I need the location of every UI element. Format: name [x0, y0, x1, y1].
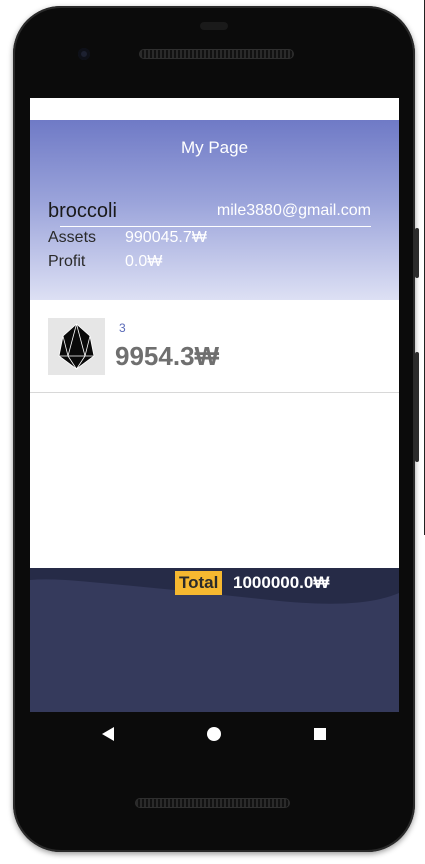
- total-label: Total: [175, 571, 223, 595]
- assets-label: Assets: [48, 229, 97, 246]
- email: mile3880@gmail.com: [216, 202, 371, 219]
- total-panel: Total 1000000.0₩: [30, 568, 399, 712]
- bottom-speaker: [135, 798, 290, 808]
- status-bar: [30, 98, 399, 120]
- total-value: 1000000.0₩: [233, 573, 330, 592]
- volume-button: [415, 228, 419, 278]
- recents-square-icon[interactable]: [310, 724, 330, 744]
- eos-coin-icon: [48, 318, 105, 375]
- app-screen: My Page broccoli mile3880@gmail.com Asse…: [30, 98, 399, 712]
- front-camera: [78, 48, 90, 60]
- sensor: [200, 22, 228, 30]
- holding-value: 9954.3₩: [115, 341, 220, 371]
- profit-label: Profit: [48, 253, 86, 270]
- earpiece-speaker: [139, 49, 294, 59]
- power-button: [415, 352, 419, 462]
- back-triangle-icon[interactable]: [98, 724, 118, 744]
- assets-value: 990045.7₩: [125, 229, 207, 246]
- holding-count: 3: [119, 321, 126, 335]
- home-circle-icon[interactable]: [204, 724, 224, 744]
- navigation-bar: [30, 712, 399, 754]
- profit-value: 0.0₩: [125, 253, 163, 270]
- username: broccoli: [48, 200, 117, 222]
- page-title: My Page: [180, 138, 249, 157]
- holding-list-item[interactable]: 3 9954.3₩: [30, 300, 399, 393]
- profile-header: My Page broccoli mile3880@gmail.com Asse…: [30, 120, 399, 300]
- email-underline: [60, 226, 371, 227]
